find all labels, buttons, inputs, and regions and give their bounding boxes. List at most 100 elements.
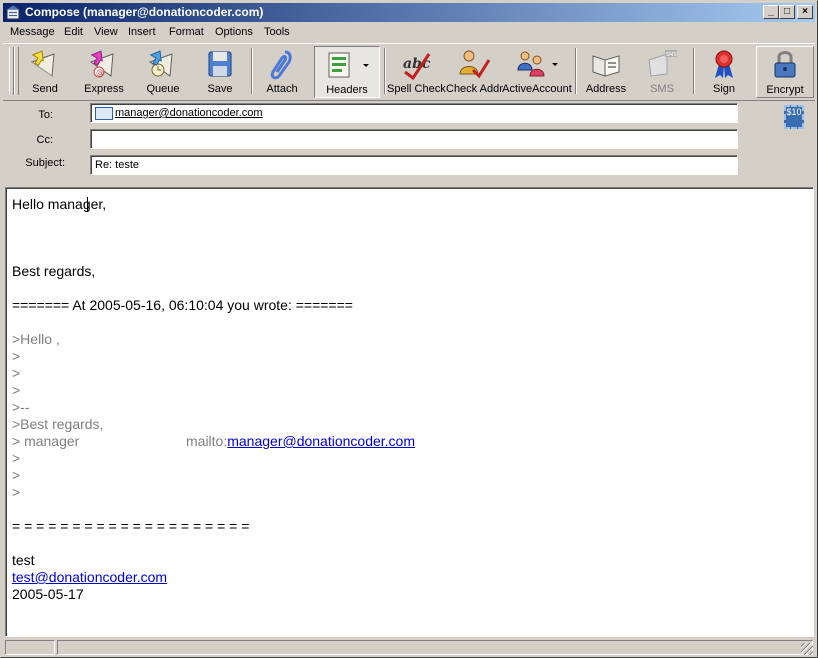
- headers-button[interactable]: Headers: [314, 46, 380, 98]
- contact-card-icon: [95, 107, 113, 120]
- quoted-line: > manager: [12, 433, 80, 449]
- stamp-value: $10: [786, 107, 802, 117]
- close-icon: ×: [802, 6, 808, 17]
- toolbar-separator: [693, 48, 695, 94]
- toolbar: Send @ Express Queue Save Attach Headers…: [3, 43, 815, 101]
- address-button[interactable]: Address: [581, 46, 631, 98]
- headers-dropdown-icon[interactable]: [363, 64, 369, 68]
- sign-button[interactable]: Sign: [701, 46, 747, 98]
- cc-field[interactable]: [90, 129, 738, 149]
- quoted-line: >: [12, 484, 21, 500]
- compose-window: Compose (manager@donationcoder.com) _ □ …: [0, 0, 818, 658]
- mailto-prefix: mailto:: [186, 433, 228, 449]
- maximize-icon: □: [783, 6, 791, 17]
- quoted-line: >--: [12, 399, 30, 415]
- send-icon: [30, 50, 55, 77]
- sms-button[interactable]: SMS SMS: [639, 46, 685, 98]
- resize-grip[interactable]: [801, 643, 813, 655]
- minimize-button[interactable]: _: [763, 5, 779, 19]
- mailto-link[interactable]: manager@donationcoder.com: [227, 433, 415, 449]
- check-address-icon: [459, 50, 491, 79]
- toolbar-separator: [251, 48, 253, 94]
- signature-name: test: [12, 552, 35, 568]
- sms-icon: SMS: [648, 50, 677, 77]
- status-bar: [3, 639, 815, 657]
- queue-icon: [148, 50, 173, 77]
- check-addr-label: Check Addr: [446, 83, 503, 95]
- active-account-icon: [517, 51, 545, 77]
- quoted-line: >: [12, 382, 21, 398]
- quoted-line: >Best regards,: [12, 416, 104, 432]
- toolbar-grip-2: [14, 47, 19, 95]
- attach-label: Attach: [266, 83, 298, 95]
- menu-view[interactable]: View: [94, 26, 118, 38]
- spell-check-button[interactable]: abc Spell Check: [387, 46, 446, 98]
- menu-message[interactable]: Message: [10, 26, 55, 38]
- svg-text:@: @: [96, 68, 104, 77]
- signature-date: 2005-05-17: [12, 586, 84, 602]
- sms-badge: SMS: [666, 52, 677, 58]
- recipient-address: manager@donationcoder.com: [115, 107, 263, 119]
- body-greeting: Hello manager,: [12, 196, 107, 212]
- window-title: Compose (manager@donationcoder.com): [25, 5, 264, 19]
- express-label: Express: [84, 83, 124, 95]
- menu-format[interactable]: Format: [169, 26, 204, 38]
- active-account-label: ActiveAccount: [502, 83, 572, 95]
- text-caret: [87, 197, 88, 212]
- headers-icon: [328, 52, 350, 78]
- attach-button[interactable]: Attach: [257, 46, 307, 98]
- toolbar-separator: [575, 48, 577, 94]
- quoted-line: >: [12, 365, 21, 381]
- menu-tools[interactable]: Tools: [264, 26, 290, 38]
- menu-options[interactable]: Options: [215, 26, 253, 38]
- address-label: Address: [585, 83, 627, 95]
- ribbon-seal-icon: [715, 50, 733, 78]
- paperclip-icon: [270, 50, 292, 80]
- encrypt-button[interactable]: Encrypt: [756, 46, 814, 98]
- check-addr-button[interactable]: Check Addr: [446, 46, 503, 98]
- cc-label: Cc:: [36, 134, 54, 146]
- spell-check-icon: abc: [403, 53, 431, 80]
- quoted-line: >Hello ,: [12, 331, 60, 347]
- send-label: Send: [32, 83, 58, 95]
- lock-icon: [774, 51, 796, 78]
- save-button[interactable]: Save: [197, 46, 243, 98]
- save-icon: [208, 51, 232, 77]
- recipient-chip[interactable]: manager@donationcoder.com: [95, 107, 263, 120]
- signature-email-link[interactable]: test@donationcoder.com: [12, 569, 167, 585]
- title-bar[interactable]: Compose (manager@donationcoder.com) _ □ …: [3, 3, 815, 22]
- express-button[interactable]: @ Express: [79, 46, 129, 98]
- express-icon: @: [89, 50, 114, 78]
- subject-field[interactable]: Re: teste: [90, 155, 738, 175]
- address-book-icon: [592, 55, 620, 77]
- quoted-line: >: [12, 450, 21, 466]
- postage-stamp-icon[interactable]: $10: [784, 105, 804, 129]
- queue-button[interactable]: Queue: [139, 46, 187, 98]
- headers-label: Headers: [326, 84, 368, 96]
- to-field[interactable]: manager@donationcoder.com: [90, 103, 738, 123]
- to-label: To:: [38, 109, 53, 121]
- menu-edit[interactable]: Edit: [64, 26, 83, 38]
- status-pane-main: [57, 640, 813, 655]
- active-account-dropdown-icon[interactable]: [552, 63, 558, 67]
- menu-bar: Message Edit View Insert Format Options …: [3, 23, 815, 42]
- subject-value: Re: teste: [95, 159, 140, 171]
- maximize-button[interactable]: □: [779, 5, 795, 19]
- active-account-button[interactable]: ActiveAccount: [502, 46, 572, 98]
- message-body-editor[interactable]: Hello manager, Best regards, ======= At …: [5, 187, 814, 637]
- divider-line: = = = = = = = = = = = = = = = = = = = =: [12, 518, 250, 534]
- subject-label: Subject:: [25, 157, 65, 169]
- minimize-icon: _: [768, 6, 774, 17]
- compose-app-icon: [6, 5, 20, 20]
- quoted-line: >: [12, 348, 21, 364]
- spell-check-label: Spell Check: [387, 83, 446, 95]
- body-regards: Best regards,: [12, 263, 96, 279]
- queue-label: Queue: [146, 83, 180, 95]
- sms-label: SMS: [650, 83, 674, 95]
- save-label: Save: [207, 83, 233, 95]
- menu-insert[interactable]: Insert: [128, 26, 156, 38]
- send-button[interactable]: Send: [21, 46, 69, 98]
- quoted-mailto: mailto:manager@donationcoder.com: [186, 433, 415, 449]
- quote-header: ======= At 2005-05-16, 06:10:04 you wrot…: [12, 297, 353, 313]
- close-button[interactable]: ×: [797, 5, 813, 19]
